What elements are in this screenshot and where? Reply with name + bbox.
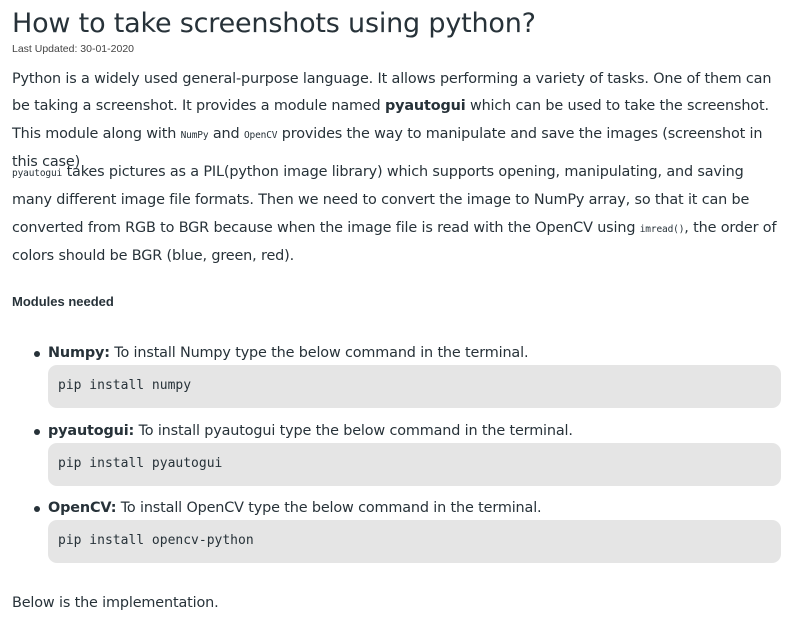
module-name: pyautogui: (48, 423, 135, 439)
module-name: Numpy: (48, 345, 110, 361)
code-block[interactable]: pip install pyautogui (48, 443, 781, 486)
install-command: pip install pyautogui (58, 456, 223, 471)
last-updated: Last Updated: 30-01-2020 (12, 43, 135, 55)
intro-text-c: and (208, 125, 244, 142)
pyautogui-bold: pyautogui (384, 98, 466, 115)
opencv-code: OpenCV (243, 129, 278, 141)
module-description: To install Numpy type the below command … (109, 345, 529, 361)
module-line: OpenCV: To install OpenCV type the below… (48, 495, 542, 522)
code-block[interactable]: pip install opencv-python (48, 520, 781, 563)
module-description: To install pyautogui type the below comm… (134, 423, 573, 439)
bullet-icon (34, 506, 40, 512)
numpy-code: NumPy (180, 129, 209, 141)
code-block[interactable]: pip install numpy (48, 365, 781, 408)
install-command: pip install opencv-python (58, 533, 254, 548)
pyautogui-code: pyautogui (12, 168, 63, 179)
module-description: To install OpenCV type the below command… (116, 500, 542, 516)
module-line: pyautogui: To install pyautogui type the… (48, 418, 573, 445)
bullet-icon (34, 429, 40, 435)
explanation-paragraph: pyautogui takes pictures as a PIL(python… (12, 159, 787, 270)
bullet-icon (34, 351, 40, 357)
closing-text: Below is the implementation. (12, 595, 219, 611)
modules-heading: Modules needed (12, 294, 114, 309)
explanation-text-a: takes pictures as a PIL(python image lib… (12, 164, 750, 236)
page-title: How to take screenshots using python? (12, 8, 536, 39)
module-name: OpenCV: (48, 500, 117, 516)
imread-code: imread() (639, 223, 685, 235)
install-command: pip install numpy (58, 378, 192, 393)
module-line: Numpy: To install Numpy type the below c… (48, 340, 529, 367)
